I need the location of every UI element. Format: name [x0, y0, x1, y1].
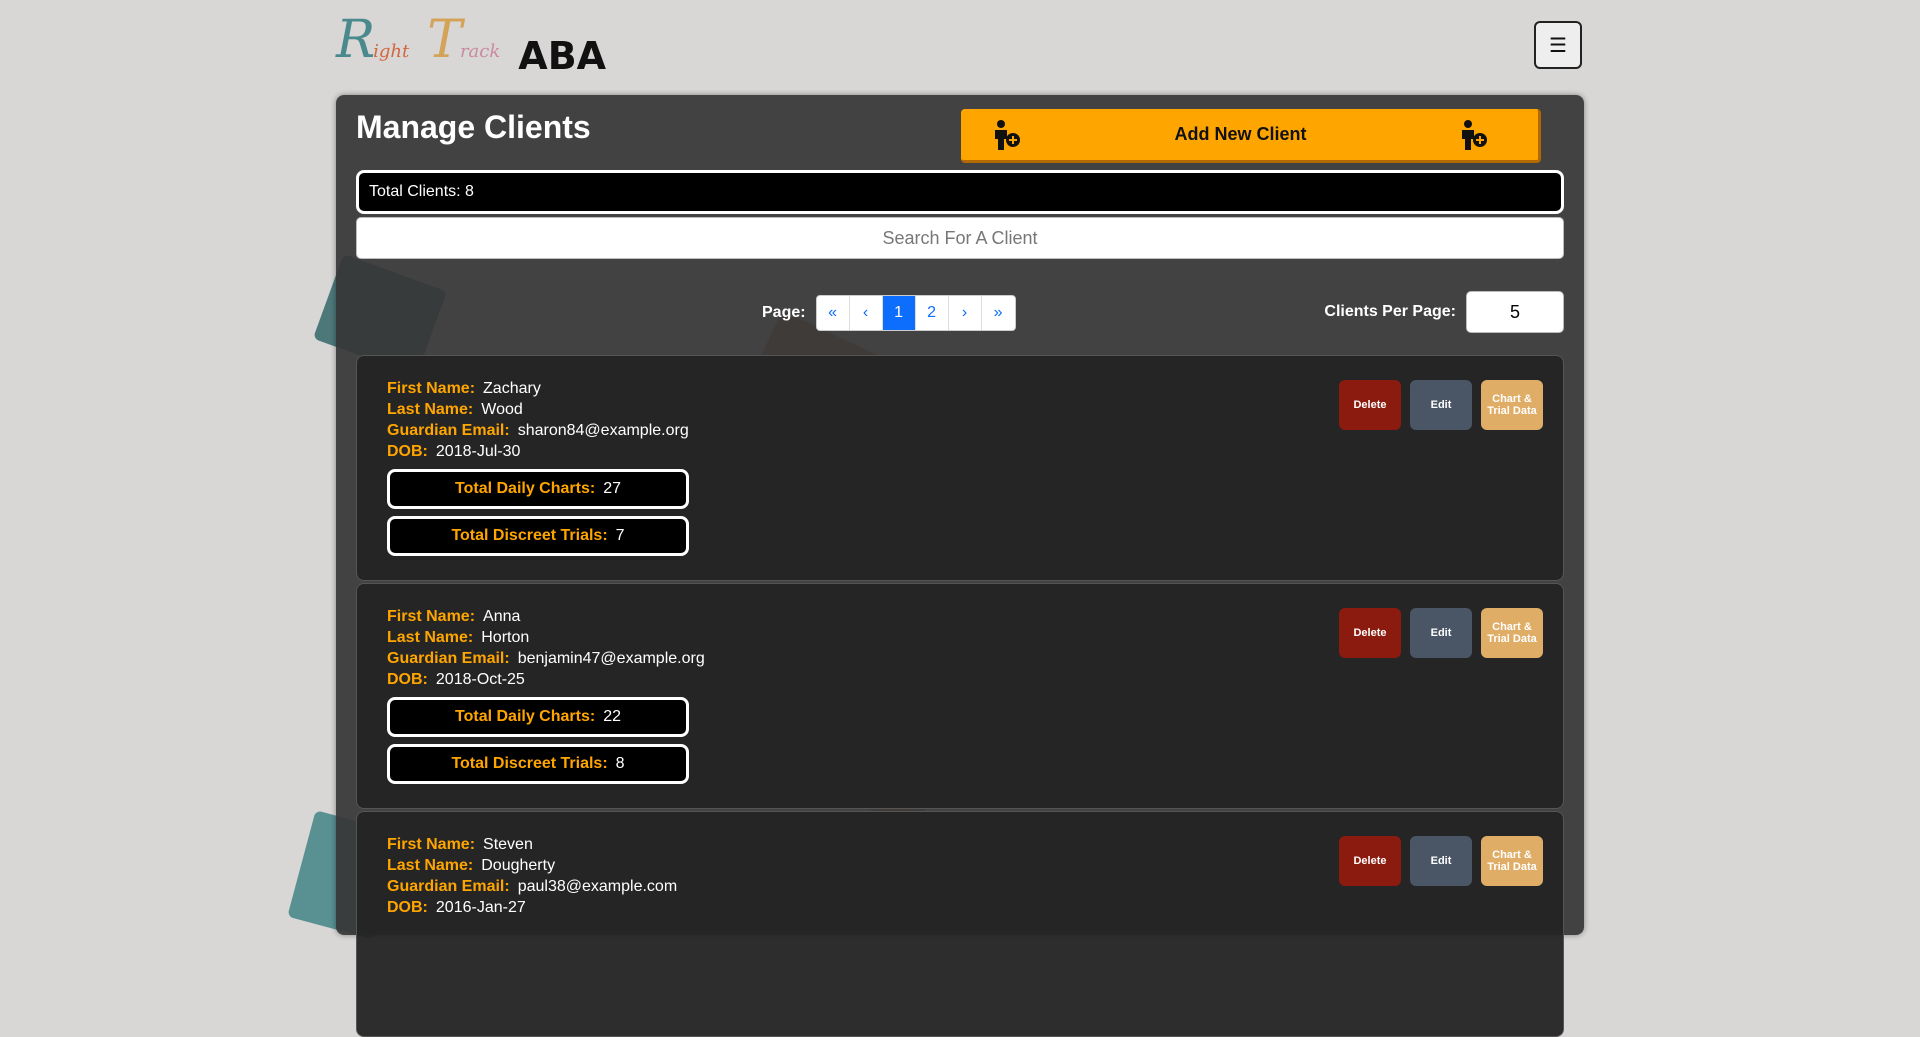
last-name-label: Last Name: — [387, 857, 474, 874]
person-add-icon — [995, 119, 1020, 150]
first-name-value: Steven — [483, 836, 533, 853]
prev-page-button[interactable]: ‹ — [850, 296, 883, 330]
edit-button[interactable]: Edit — [1410, 608, 1472, 658]
first-page-button[interactable]: « — [817, 296, 850, 330]
chart-trial-data-button[interactable]: Chart & Trial Data — [1481, 836, 1543, 886]
hamburger-menu-button[interactable]: ☰ — [1534, 21, 1582, 69]
guardian-email-label: Guardian Email: — [387, 422, 510, 439]
guardian-email-label: Guardian Email: — [387, 878, 510, 895]
logo[interactable]: Right Track ABA — [336, 14, 606, 78]
hamburger-icon: ☰ — [1549, 34, 1567, 57]
last-page-button[interactable]: » — [982, 296, 1015, 330]
client-search-input[interactable] — [356, 217, 1564, 259]
edit-button[interactable]: Edit — [1410, 836, 1472, 886]
add-new-client-label: Add New Client — [1174, 124, 1307, 144]
last-name-label: Last Name: — [387, 401, 474, 418]
pagination: Page: « ‹ 1 2 › » — [762, 295, 1016, 331]
first-name-value: Anna — [483, 608, 521, 625]
guardian-email-value: benjamin47@example.org — [517, 650, 705, 667]
guardian-email-value: sharon84@example.org — [517, 422, 689, 439]
delete-button[interactable]: Delete — [1339, 836, 1401, 886]
dob-label: DOB: — [387, 899, 428, 916]
chart-trial-data-button[interactable]: Chart & Trial Data — [1481, 608, 1543, 658]
next-page-button[interactable]: › — [949, 296, 982, 330]
add-new-client-button[interactable]: Add New Client — [961, 109, 1541, 163]
clients-per-page: Clients Per Page: — [1324, 291, 1564, 333]
dob-value: 2016-Jan-27 — [435, 899, 526, 916]
first-name-label: First Name: — [387, 608, 476, 625]
daily-charts-stat: Total Daily Charts: 22 — [387, 697, 689, 737]
person-add-icon — [1461, 119, 1487, 150]
guardian-email-value: paul38@example.com — [517, 878, 678, 895]
manage-clients-panel: Manage Clients Add New Client Total Clie… — [336, 95, 1584, 1037]
page-2-button[interactable]: 2 — [916, 296, 949, 330]
dob-value: 2018-Oct-25 — [435, 671, 525, 688]
last-name-value: Wood — [481, 401, 523, 418]
discreet-trials-stat: Total Discreet Trials: 7 — [387, 516, 689, 556]
page-1-button[interactable]: 1 — [882, 296, 916, 330]
last-name-label: Last Name: — [387, 629, 474, 646]
first-name-label: First Name: — [387, 836, 476, 853]
daily-charts-stat: Total Daily Charts: 27 — [387, 469, 689, 509]
client-card: First Name: Zachary Last Name: Wood Guardi… — [356, 355, 1564, 581]
dob-label: DOB: — [387, 443, 428, 460]
page-title: Manage Clients — [356, 109, 591, 145]
first-name-value: Zachary — [483, 380, 541, 397]
first-name-label: First Name: — [387, 380, 476, 397]
clients-per-page-label: Clients Per Page: — [1324, 303, 1456, 320]
total-clients-display: Total Clients: 8 — [356, 170, 1564, 214]
dob-value: 2018-Jul-30 — [435, 443, 521, 460]
top-navbar: Right Track ABA ☰ — [0, 0, 1920, 92]
discreet-trials-stat: Total Discreet Trials: 8 — [387, 744, 689, 784]
client-card: First Name: Anna Last Name: Horton Guardia… — [356, 583, 1564, 809]
delete-button[interactable]: Delete — [1339, 608, 1401, 658]
dob-label: DOB: — [387, 671, 428, 688]
page-buttons: « ‹ 1 2 › » — [815, 295, 1016, 331]
chart-trial-data-button[interactable]: Chart & Trial Data — [1481, 380, 1543, 430]
page-label: Page: — [762, 304, 806, 321]
clients-per-page-input[interactable] — [1466, 291, 1564, 333]
guardian-email-label: Guardian Email: — [387, 650, 510, 667]
edit-button[interactable]: Edit — [1410, 380, 1472, 430]
delete-button[interactable]: Delete — [1339, 380, 1401, 430]
client-card: First Name: Steven Last Name: Dougherty Gu… — [356, 811, 1564, 1037]
last-name-value: Dougherty — [481, 857, 556, 874]
last-name-value: Horton — [481, 629, 530, 646]
